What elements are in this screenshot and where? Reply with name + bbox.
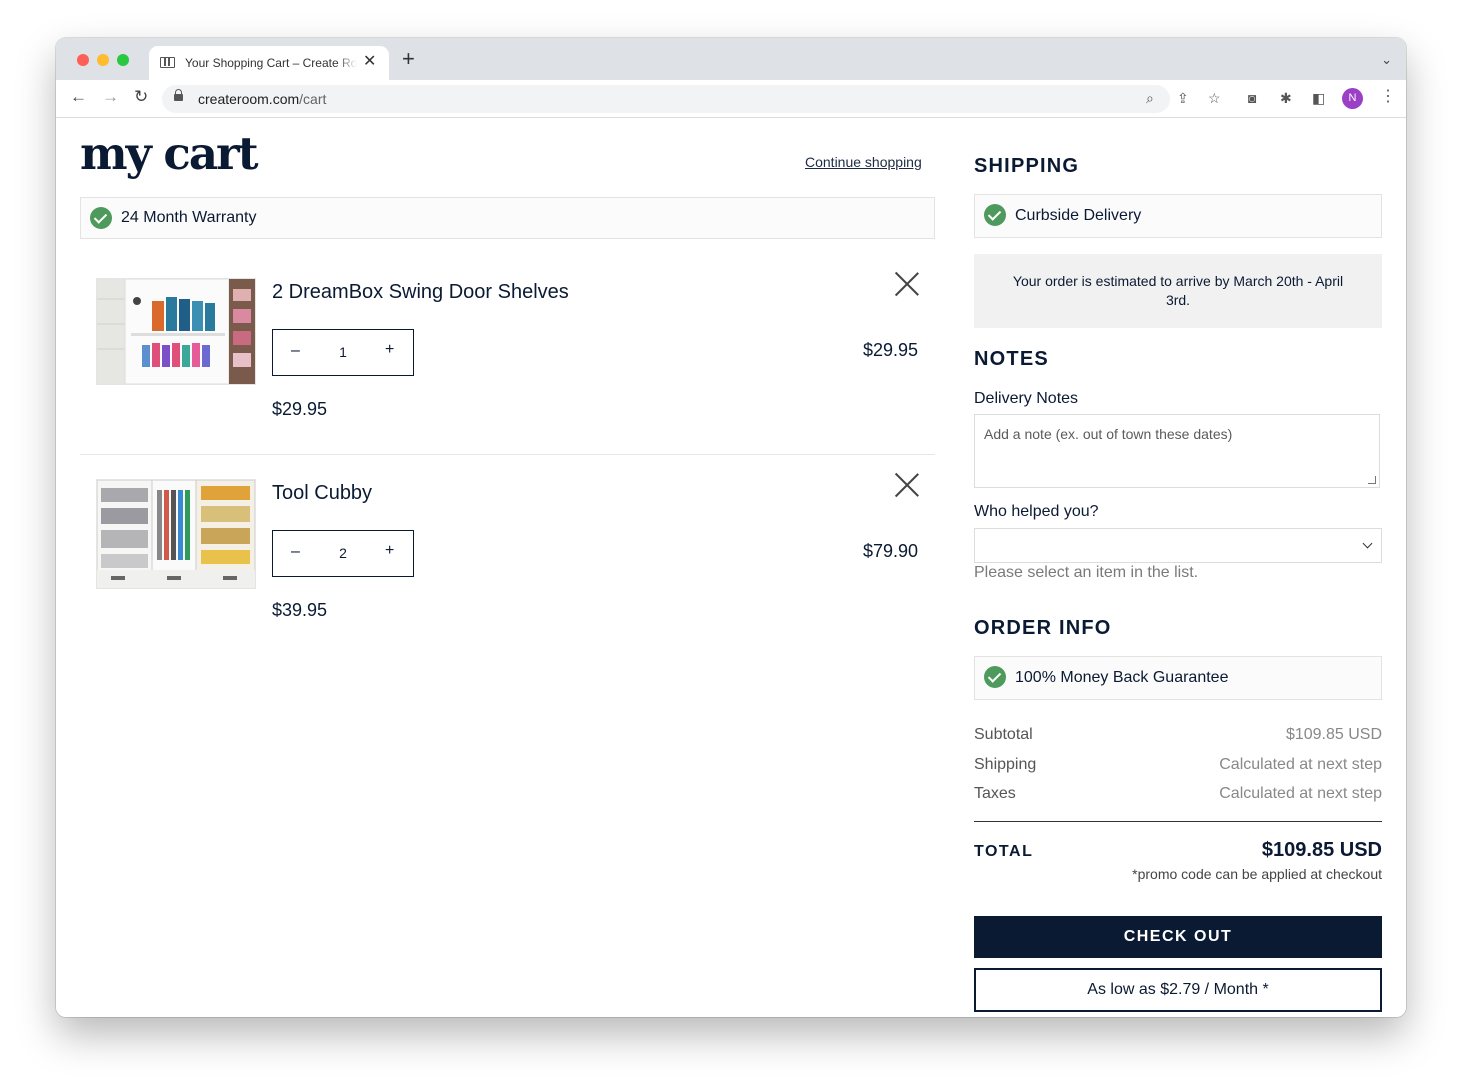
minimize-window-button[interactable]: [97, 54, 109, 66]
decrease-quantity-button[interactable]: –: [291, 342, 300, 360]
lock-icon: [174, 89, 183, 101]
total-label: TOTAL: [974, 843, 1034, 860]
page-favicon-icon: [160, 57, 175, 68]
check-circle-icon: [984, 204, 1006, 226]
subtotal-label: Subtotal: [974, 726, 1033, 743]
tab-title: Your Shopping Cart – Create Room: [185, 56, 357, 70]
chevron-down-icon: [1362, 538, 1373, 549]
quantity-stepper: – 1 +: [272, 329, 414, 376]
quantity-value[interactable]: 1: [335, 344, 351, 360]
unit-price: $39.95: [272, 600, 328, 620]
shipping-title: SHIPPING: [974, 155, 1080, 177]
taxes-value: Calculated at next step: [1219, 785, 1382, 802]
url-text: createroom.com/cart: [198, 91, 327, 107]
delivery-notes-field[interactable]: Add a note (ex. out of town these dates): [974, 414, 1380, 488]
resize-handle-icon[interactable]: [1368, 476, 1376, 484]
unit-price: $29.95: [272, 399, 328, 419]
share-icon[interactable]: ⇪: [1177, 90, 1189, 107]
tab-cart[interactable]: Your Shopping Cart – Create Room ✕: [149, 46, 389, 80]
browser-toolbar: ← → ↻ createroom.com/cart ⌕ ⇪ ☆ ◙ ✱ ◧ N …: [56, 80, 1406, 118]
helper-label: Who helped you?: [974, 503, 1099, 520]
delivery-notes-label: Delivery Notes: [974, 390, 1079, 407]
profile-avatar[interactable]: N: [1342, 88, 1363, 109]
promo-note: *promo code can be applied at checkout: [1132, 866, 1382, 882]
quantity-stepper: – 2 +: [272, 530, 414, 577]
address-bar[interactable]: createroom.com/cart ⌕ ⇪ ☆: [162, 85, 1221, 113]
increase-quantity-button[interactable]: +: [385, 341, 394, 359]
check-circle-icon: [984, 666, 1006, 688]
bookmark-star-icon[interactable]: ☆: [1208, 90, 1221, 107]
shipping-label: Shipping: [974, 756, 1037, 773]
item-divider: [80, 454, 935, 455]
shipping-value: Calculated at next step: [1219, 756, 1382, 773]
cart-item: Tool Cubby – 2 + $79.90 $39.95: [80, 479, 935, 639]
tab-strip: Your Shopping Cart – Create Room ✕ + ⌄: [56, 38, 1406, 80]
order-info-title: ORDER INFO: [974, 617, 1112, 639]
product-image-shelves[interactable]: [96, 278, 256, 385]
tab-close-icon[interactable]: ✕: [363, 53, 376, 71]
shipping-method-badge: Curbside Delivery: [974, 194, 1382, 238]
new-tab-button[interactable]: +: [402, 48, 415, 70]
warranty-label: 24 Month Warranty: [121, 209, 257, 226]
total-value: $109.85 USD: [1261, 839, 1382, 861]
tab-search-chevron-icon[interactable]: ⌄: [1381, 52, 1392, 68]
notes-title: NOTES: [974, 348, 1049, 370]
warranty-banner: 24 Month Warranty: [80, 197, 935, 239]
shipping-method-label: Curbside Delivery: [1015, 207, 1142, 224]
cart-page: my cart Continue shopping 24 Month Warra…: [56, 118, 1406, 1017]
page-title: my cart: [80, 127, 258, 180]
increase-quantity-button[interactable]: +: [385, 542, 394, 560]
screenshot-camera-icon[interactable]: ◙: [1248, 90, 1256, 106]
side-panel-icon[interactable]: ◧: [1312, 90, 1325, 107]
decrease-quantity-button[interactable]: –: [291, 543, 300, 561]
close-window-button[interactable]: [77, 54, 89, 66]
delivery-notes-placeholder: Add a note (ex. out of town these dates): [984, 426, 1233, 442]
helper-validation-hint: Please select an item in the list.: [974, 564, 1199, 581]
product-image-tool-cubby[interactable]: [96, 479, 256, 589]
line-total: $29.95: [862, 340, 918, 360]
maximize-window-button[interactable]: [117, 54, 129, 66]
reload-icon[interactable]: ↻: [134, 88, 148, 106]
zoom-search-icon[interactable]: ⌕: [1146, 90, 1154, 107]
total-divider: [974, 821, 1382, 822]
helper-select[interactable]: [974, 528, 1382, 563]
item-name[interactable]: Tool Cubby: [272, 482, 372, 505]
cart-item: 2 DreamBox Swing Door Shelves – 1 + $29.…: [80, 278, 935, 438]
extensions-puzzle-icon[interactable]: ✱: [1280, 90, 1292, 107]
line-total: $79.90: [862, 541, 918, 561]
taxes-label: Taxes: [974, 785, 1016, 802]
delivery-estimate: Your order is estimated to arrive by Mar…: [974, 254, 1382, 328]
checkout-button[interactable]: CHECK OUT: [974, 916, 1382, 958]
remove-item-icon[interactable]: [895, 473, 919, 497]
continue-shopping-link[interactable]: Continue shopping: [805, 154, 922, 170]
browser-window: Your Shopping Cart – Create Room ✕ + ⌄ ←…: [56, 38, 1406, 1017]
guarantee-badge: 100% Money Back Guarantee: [974, 656, 1382, 700]
delivery-estimate-text: Your order is estimated to arrive by Mar…: [1012, 273, 1344, 308]
forward-arrow-icon[interactable]: →: [102, 88, 119, 106]
back-arrow-icon[interactable]: ←: [70, 88, 87, 106]
remove-item-icon[interactable]: [895, 272, 919, 296]
more-menu-icon[interactable]: ⋮: [1380, 88, 1396, 106]
item-name[interactable]: 2 DreamBox Swing Door Shelves: [272, 281, 569, 304]
quantity-value[interactable]: 2: [335, 545, 351, 561]
financing-button[interactable]: As low as $2.79 / Month *: [974, 968, 1382, 1012]
check-circle-icon: [90, 207, 112, 229]
guarantee-label: 100% Money Back Guarantee: [1015, 669, 1229, 686]
subtotal-value: $109.85 USD: [1285, 726, 1382, 743]
